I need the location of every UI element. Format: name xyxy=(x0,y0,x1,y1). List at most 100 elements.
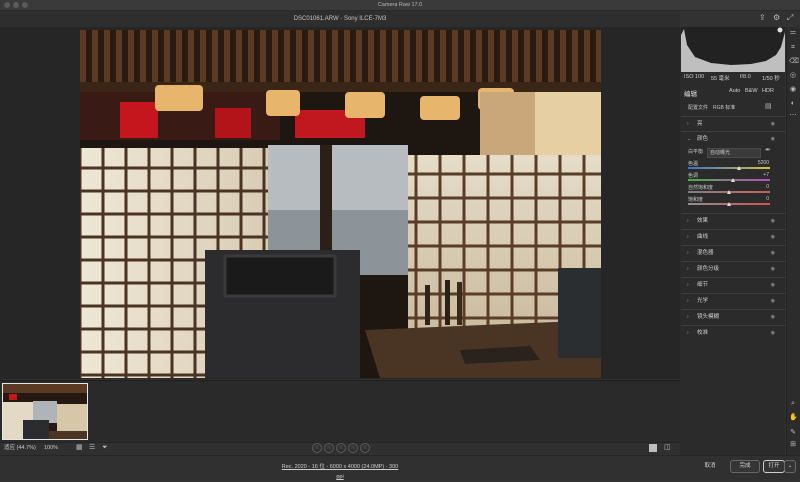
histogram-graph xyxy=(681,27,785,72)
slider-value[interactable]: +7 xyxy=(749,172,769,178)
visibility-eye-icon[interactable]: ◉ xyxy=(771,278,775,292)
presets-icon[interactable]: ◐ xyxy=(789,100,797,108)
visibility-eye-icon[interactable]: ◉ xyxy=(771,117,775,131)
visibility-eye-icon[interactable]: ◉ xyxy=(771,310,775,324)
chevron-right-icon: › xyxy=(687,282,689,288)
section-color-label: 颜色 xyxy=(697,136,709,142)
window-title-bar: Camera Raw 17.0 xyxy=(0,0,800,11)
section-effects-label: 效果 xyxy=(697,218,709,224)
chevron-right-icon: › xyxy=(687,250,689,256)
sort-icon[interactable]: ☰ xyxy=(89,444,97,452)
thumbnail-image xyxy=(3,384,87,439)
hand-tool-icon[interactable]: ✋ xyxy=(789,414,798,422)
slider-handle[interactable] xyxy=(727,190,731,194)
slider-label: 自然饱和度 xyxy=(688,185,714,191)
save-icon[interactable]: ⇪ xyxy=(759,13,768,22)
section-color-grading-label: 颜色分级 xyxy=(697,266,720,272)
star-icon[interactable]: ☆ xyxy=(324,443,334,453)
slider-handle[interactable] xyxy=(727,202,731,206)
star-rating[interactable]: ☆ ☆ ☆ ☆ ☆ xyxy=(312,443,372,453)
cancel-button[interactable]: 取消 xyxy=(696,461,724,472)
profile-browser-icon[interactable]: ▤ xyxy=(765,103,773,111)
workflow-options-link[interactable]: Rec. 2020 - 16 位 - 6000 x 4000 (24.0MP) … xyxy=(280,462,400,480)
sampler-icon[interactable]: ✎ xyxy=(789,429,797,437)
slider-value[interactable]: 0 xyxy=(749,196,769,202)
open-options-chevron-icon[interactable]: ⌄ xyxy=(784,460,796,473)
section-color-grading[interactable]: › 颜色分级 ◉ xyxy=(681,261,785,276)
done-button[interactable]: 完成 xyxy=(730,460,760,473)
black-white-button[interactable]: B&W xyxy=(745,88,759,94)
close-window-button[interactable] xyxy=(4,2,10,8)
histogram xyxy=(681,27,785,72)
document-bar: DSC01061.ARW · Sony ILCE-7M3 xyxy=(0,11,680,27)
remove-eraser-icon[interactable]: ⌫ xyxy=(789,58,799,66)
visibility-eye-icon[interactable]: ◉ xyxy=(771,326,775,340)
red-eye-icon[interactable]: ◉ xyxy=(789,86,797,94)
section-color[interactable]: ⌄ 颜色 ◉ xyxy=(681,131,785,146)
photo-preview[interactable] xyxy=(80,30,601,378)
chevron-right-icon: › xyxy=(687,314,689,320)
visibility-eye-icon[interactable]: ◉ xyxy=(771,214,775,228)
footer-bar xyxy=(0,455,800,480)
slider-handle[interactable] xyxy=(736,166,741,170)
visibility-eye-icon[interactable]: ◉ xyxy=(771,230,775,244)
shutter-info: 1/50 秒 xyxy=(762,76,780,82)
section-mixer[interactable]: › 混色器 ◉ xyxy=(681,245,785,260)
star-icon[interactable]: ☆ xyxy=(348,443,358,453)
fullscreen-icon[interactable]: ⤢ xyxy=(787,13,796,22)
crop-icon[interactable]: ⌗ xyxy=(789,44,797,52)
star-icon[interactable]: ☆ xyxy=(360,443,370,453)
visibility-eye-icon[interactable]: ◉ xyxy=(771,132,775,146)
aperture-info: f/8.0 xyxy=(740,74,751,80)
slider-label: 饱和度 xyxy=(688,197,704,203)
masking-icon[interactable]: ◎ xyxy=(789,72,797,80)
white-balance-label: 白平衡 xyxy=(688,149,704,155)
section-effects[interactable]: › 效果 ◉ xyxy=(681,213,785,228)
visibility-eye-icon[interactable]: ◉ xyxy=(771,246,775,260)
chevron-right-icon: › xyxy=(687,218,689,224)
filter-icon[interactable]: ⏷ xyxy=(102,444,110,452)
section-curve[interactable]: › 曲线 ◉ xyxy=(681,229,785,244)
slider-handle[interactable] xyxy=(731,178,736,182)
fit-zoom-dropdown[interactable]: 适应 (44.7%) xyxy=(4,444,40,453)
zoom-tool-icon[interactable]: ⌕ xyxy=(789,400,797,408)
section-lens-blur[interactable]: › 镜头模糊 ◉ xyxy=(681,309,785,324)
more-dots-icon[interactable]: ⋯ xyxy=(789,112,797,120)
slider-track[interactable] xyxy=(688,167,770,169)
visibility-eye-icon[interactable]: ◉ xyxy=(771,262,775,276)
slider-track[interactable] xyxy=(688,179,770,181)
slider-value[interactable]: 5200 xyxy=(749,160,769,166)
auto-button[interactable]: Auto xyxy=(729,88,743,94)
photo-image xyxy=(80,30,601,378)
section-calibration-label: 校准 xyxy=(697,330,709,336)
hdr-button[interactable]: HDR xyxy=(762,88,776,94)
document-title: DSC01061.ARW · Sony ILCE-7M3 xyxy=(293,16,387,22)
profile-dropdown[interactable]: RGB 标准 xyxy=(713,104,749,111)
zoom-percent-dropdown[interactable]: 100% xyxy=(44,444,64,453)
eyedropper-icon[interactable]: ✒ xyxy=(765,147,773,155)
chevron-right-icon: › xyxy=(687,298,689,304)
section-mixer-label: 混色器 xyxy=(697,250,714,256)
slider-value[interactable]: 0 xyxy=(749,184,769,190)
slider-label: 色温 xyxy=(688,161,699,167)
section-detail[interactable]: › 细节 ◉ xyxy=(681,277,785,292)
filmstrip-thumbnail[interactable] xyxy=(2,383,88,440)
star-icon[interactable]: ☆ xyxy=(312,443,322,453)
section-optics[interactable]: › 光学 ◉ xyxy=(681,293,785,308)
settings-gear-icon[interactable]: ⚙ xyxy=(773,13,782,22)
before-after-icon[interactable]: ◫ xyxy=(664,444,672,452)
single-view-icon[interactable] xyxy=(649,444,657,452)
zoom-window-button[interactable] xyxy=(22,2,28,8)
star-icon[interactable]: ☆ xyxy=(336,443,346,453)
view-grid-icon[interactable]: ▦ xyxy=(76,444,84,452)
section-calibration[interactable]: › 校准 ◉ xyxy=(681,325,785,340)
white-balance-dropdown[interactable]: 自动曝光 xyxy=(707,148,761,158)
section-light[interactable]: › 亮 ◉ xyxy=(681,116,785,131)
section-optics-label: 光学 xyxy=(697,298,709,304)
edit-sliders-icon[interactable]: ⚌ xyxy=(789,29,797,37)
visibility-eye-icon[interactable]: ◉ xyxy=(771,294,775,308)
grid-overlay-icon[interactable]: ⊞ xyxy=(789,441,797,449)
minimize-window-button[interactable] xyxy=(13,2,19,8)
filmstrip xyxy=(0,380,680,443)
open-button[interactable]: 打开 xyxy=(763,460,785,473)
